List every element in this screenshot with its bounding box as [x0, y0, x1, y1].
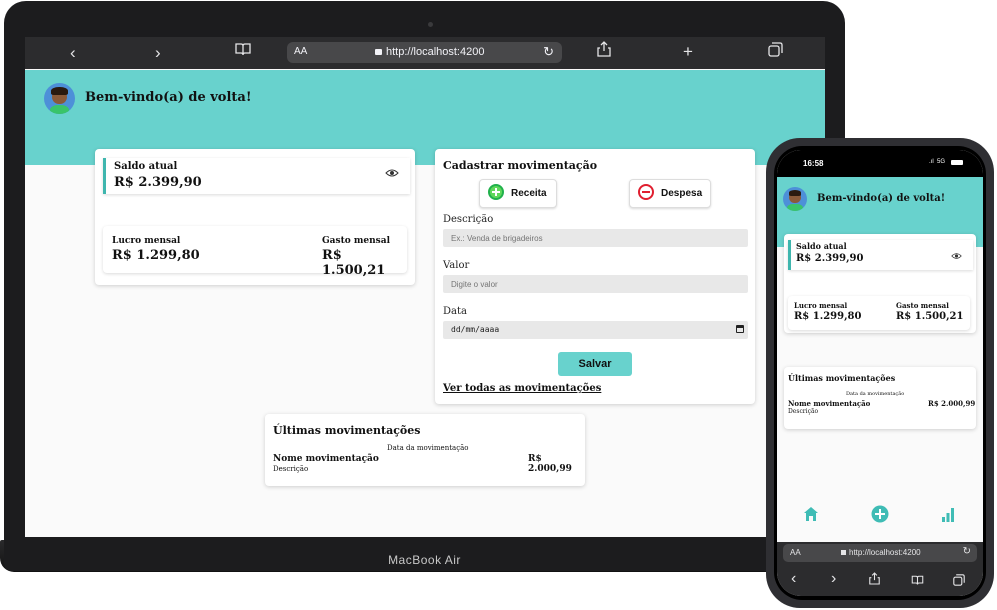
- despesa-button[interactable]: Despesa: [629, 179, 711, 208]
- browser-toolbar: ‹ › AA http://localhost:4200 ↻ +: [25, 37, 825, 69]
- forward-button[interactable]: ›: [155, 42, 161, 64]
- descricao-input[interactable]: [443, 229, 748, 247]
- back-button[interactable]: ‹: [70, 42, 76, 64]
- eye-icon[interactable]: [385, 167, 399, 181]
- share-icon[interactable]: [597, 41, 611, 63]
- saldo-value: R$ 2.399,90: [114, 175, 202, 190]
- descricao-label: Descrição: [443, 214, 494, 225]
- phone-gasto-value: R$ 1.500,21: [896, 311, 964, 322]
- calendar-icon[interactable]: [736, 325, 744, 333]
- transaction-description: Descrição: [273, 465, 309, 473]
- plus-circle-icon: [488, 184, 504, 200]
- phone-saldo-label: Saldo atual: [796, 241, 847, 251]
- receita-button[interactable]: Receita: [479, 179, 557, 208]
- phone-screen: 16:58 .ıl 5G Bem-vindo(a) de volta! Sald…: [777, 150, 983, 596]
- reader-options-button[interactable]: AA: [294, 46, 307, 57]
- signal-icon: .ıl: [929, 159, 934, 165]
- saldo-box: Saldo atual R$ 2.399,90: [103, 158, 410, 194]
- transaction-date: Data da movimentação: [387, 444, 469, 452]
- notch: [847, 150, 913, 166]
- valor-input[interactable]: [443, 275, 748, 293]
- date-placeholder: dd/mm/aaaa: [451, 325, 500, 334]
- phone-forward-button[interactable]: ›: [831, 570, 836, 588]
- phone-recent-title: Últimas movimentações: [788, 373, 896, 383]
- phone-transaction-date: Data da movimentação: [846, 391, 905, 397]
- minus-circle-icon: [638, 184, 654, 200]
- laptop-model-label: MacBook Air: [388, 553, 461, 567]
- url-value: http://localhost:4200: [386, 46, 485, 58]
- save-button[interactable]: Salvar: [558, 352, 632, 376]
- phone-gasto-label: Gasto mensal: [896, 301, 949, 310]
- phone-welcome-title: Bem-vindo(a) de volta!: [817, 193, 946, 204]
- recent-transactions-card: Últimas movimentações Data da movimentaç…: [265, 414, 585, 486]
- phone-address-bar[interactable]: AA http://localhost:4200 ↻: [783, 544, 977, 562]
- add-tab-button[interactable]: +: [683, 41, 693, 63]
- phone-eye-icon[interactable]: [951, 249, 962, 263]
- phone-recent-card: Últimas movimentações Data da movimentaç…: [784, 367, 976, 429]
- welcome-title: Bem-vindo(a) de volta!: [85, 90, 252, 105]
- transaction-form-card: Cadastrar movimentação Receita Despesa D…: [435, 149, 755, 404]
- transaction-name: Nome movimentação: [273, 454, 379, 464]
- despesa-label: Despesa: [661, 188, 703, 199]
- receita-label: Receita: [511, 188, 547, 199]
- reload-icon[interactable]: ↻: [543, 44, 554, 60]
- form-title: Cadastrar movimentação: [443, 159, 598, 172]
- status-time: 16:58: [803, 159, 824, 168]
- transaction-amount: R$ 2.000,99: [528, 454, 572, 474]
- phone-book-icon[interactable]: [911, 573, 924, 591]
- avatar: [44, 83, 75, 114]
- date-input[interactable]: dd/mm/aaaa: [443, 321, 748, 339]
- phone-share-icon[interactable]: [869, 572, 880, 590]
- data-label: Data: [443, 306, 467, 317]
- laptop-screen: ‹ › AA http://localhost:4200 ↻ + Bem-vin…: [25, 37, 825, 537]
- phone-saldo-box: Saldo atual R$ 2.399,90: [788, 240, 973, 270]
- phone-monthly-summary-box: Lucro mensal R$ 1.299,80 Gasto mensal R$…: [788, 296, 970, 330]
- phone-balance-card: Saldo atual R$ 2.399,90 Lucro mensal R$ …: [784, 234, 976, 333]
- book-icon[interactable]: [235, 41, 251, 63]
- tabs-icon[interactable]: [768, 41, 783, 63]
- phone-lucro-value: R$ 1.299,80: [794, 311, 862, 322]
- phone-browser-toolbar: AA http://localhost:4200 ↻ ‹ ›: [777, 542, 983, 596]
- view-all-link[interactable]: Ver todas as movimentações: [443, 383, 601, 394]
- saldo-label: Saldo atual: [114, 161, 178, 172]
- battery-icon: [951, 160, 963, 165]
- phone-reader-options[interactable]: AA: [790, 548, 801, 557]
- valor-label: Valor: [443, 260, 470, 271]
- phone-transaction-name: Nome movimentação: [788, 399, 871, 408]
- lucro-value: R$ 1.299,80: [112, 248, 200, 263]
- network-label: 5G: [937, 159, 946, 165]
- lucro-label: Lucro mensal: [112, 236, 181, 246]
- gasto-label: Gasto mensal: [322, 236, 390, 246]
- phone-avatar: [783, 187, 807, 211]
- url-text: http://localhost:4200: [375, 46, 484, 58]
- home-icon[interactable]: [803, 506, 819, 527]
- phone-lock-icon: [841, 550, 846, 555]
- phone-url-value: http://localhost:4200: [849, 548, 921, 557]
- phone-saldo-value: R$ 2.399,90: [796, 253, 864, 264]
- phone-frame: 16:58 .ıl 5G Bem-vindo(a) de volta! Sald…: [766, 138, 994, 608]
- balance-card: Saldo atual R$ 2.399,90 Lucro mensal R$ …: [95, 149, 415, 285]
- phone-tabs-icon[interactable]: [953, 573, 965, 591]
- monthly-summary-box: Lucro mensal R$ 1.299,80 Gasto mensal R$…: [103, 226, 407, 278]
- chart-icon[interactable]: [941, 506, 955, 527]
- phone-lucro-label: Lucro mensal: [794, 301, 848, 310]
- lock-icon: [375, 49, 382, 55]
- status-bar: 16:58 .ıl 5G: [777, 150, 983, 178]
- phone-reload-icon[interactable]: ↻: [963, 546, 971, 557]
- address-bar[interactable]: AA http://localhost:4200 ↻: [287, 42, 562, 63]
- phone-transaction-description: Descrição: [788, 408, 819, 415]
- phone-back-button[interactable]: ‹: [791, 570, 796, 588]
- phone-transaction-amount: R$ 2.000,99: [928, 399, 976, 408]
- phone-url-text: http://localhost:4200: [841, 548, 921, 557]
- gasto-value: R$ 1.500,21: [322, 248, 386, 278]
- recent-title: Últimas movimentações: [273, 424, 421, 437]
- add-circle-icon[interactable]: [871, 505, 889, 528]
- laptop-camera: [428, 22, 433, 27]
